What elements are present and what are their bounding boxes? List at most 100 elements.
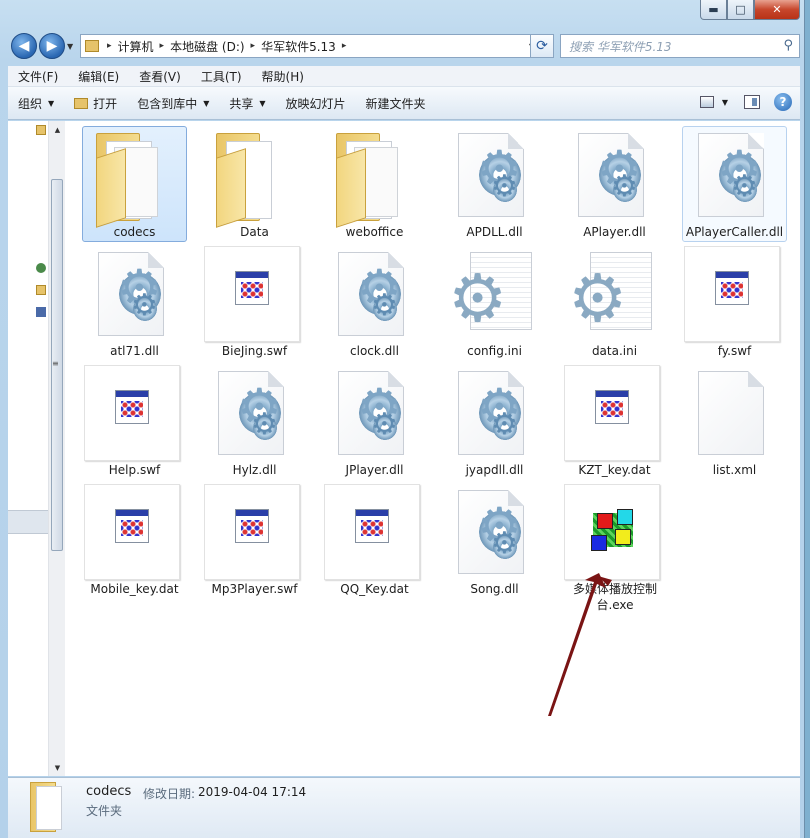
slideshow-button[interactable]: 放映幻灯片 <box>276 95 356 112</box>
gear-icon: ⚙ <box>568 260 628 337</box>
file-item[interactable]: list.xml <box>682 364 787 480</box>
open-label: 打开 <box>93 96 118 111</box>
file-name: APlayerCaller.dll <box>685 225 784 239</box>
file-thumbnail <box>324 246 420 342</box>
breadcrumb-separator[interactable]: ▸ <box>160 41 165 51</box>
file-name: jyapdll.dll <box>465 463 524 477</box>
file-thumbnail <box>564 484 660 580</box>
chevron-down-icon: ▼ <box>203 98 210 108</box>
organize-button[interactable]: 组织 ▼ <box>8 95 64 112</box>
file-item[interactable]: QQ_Key.dat <box>322 483 427 599</box>
menu-bar: 文件(F) 编辑(E) 查看(V) 工具(T) 帮助(H) <box>8 66 800 87</box>
dll-file-icon <box>458 490 524 574</box>
exe-app-icon <box>591 509 635 553</box>
chevron-down-icon: ▼ <box>259 98 266 108</box>
explorer-window: ▬ □ ✕ ◀ ▶ ▼ ▸ 计算机 ▸ 本地磁盘 (D:) ▸ 华军软件5.13… <box>0 0 805 838</box>
search-icon[interactable]: ⚲ <box>783 38 793 53</box>
close-button[interactable]: ✕ <box>754 0 800 20</box>
forward-button[interactable]: ▶ <box>39 33 65 59</box>
maximize-button[interactable]: □ <box>727 0 754 20</box>
file-item[interactable]: Song.dll <box>442 483 547 599</box>
file-item[interactable]: jyapdll.dll <box>442 364 547 480</box>
search-placeholder: 搜索 华军软件5.13 <box>569 39 672 54</box>
breadcrumb-current-folder[interactable]: 华军软件5.13 <box>261 38 336 55</box>
breadcrumb-computer[interactable]: 计算机 <box>118 38 154 55</box>
file-item[interactable]: Data <box>202 126 307 242</box>
share-button[interactable]: 共享 ▼ <box>219 95 275 112</box>
file-list[interactable]: codecs Data weboffice APDLL.dll APlayer.dll A… <box>65 121 800 776</box>
scroll-down-icon[interactable]: ▼ <box>49 759 66 776</box>
file-name: data.ini <box>591 344 638 358</box>
menu-edit[interactable]: 编辑(E) <box>68 68 129 85</box>
breadcrumb-drive-d[interactable]: 本地磁盘 (D:) <box>170 38 244 55</box>
file-name: KZT_key.dat <box>578 463 651 477</box>
file-item[interactable]: clock.dll <box>322 245 427 361</box>
folder-icon <box>30 782 64 832</box>
organize-label: 组织 <box>18 96 43 111</box>
breadcrumb-separator[interactable]: ▸ <box>107 41 112 51</box>
file-name: Mobile_key.dat <box>90 582 179 596</box>
dll-file-icon <box>218 371 284 455</box>
file-item[interactable]: APDLL.dll <box>442 126 547 242</box>
back-button[interactable]: ◀ <box>11 33 37 59</box>
file-thumbnail <box>204 246 300 342</box>
change-view-icon[interactable] <box>699 96 714 108</box>
file-name: Hylz.dll <box>232 463 277 477</box>
search-input[interactable]: 搜索 华军软件5.13 ⚲ <box>560 34 800 58</box>
file-item[interactable]: APlayerCaller.dll <box>682 126 787 242</box>
breadcrumb-separator[interactable]: ▸ <box>251 41 256 51</box>
swf-file-icon <box>715 271 749 305</box>
file-item[interactable]: Help.swf <box>82 364 187 480</box>
file-item[interactable]: Hylz.dll <box>202 364 307 480</box>
file-item[interactable]: atl71.dll <box>82 245 187 361</box>
file-thumbnail <box>684 246 780 342</box>
file-item[interactable]: BieJing.swf <box>202 245 307 361</box>
view-dropdown-icon[interactable]: ▼ <box>722 98 728 107</box>
swf-file-icon <box>355 509 389 543</box>
menu-view[interactable]: 查看(V) <box>129 68 191 85</box>
file-item[interactable]: codecs <box>82 126 187 242</box>
scroll-up-icon[interactable]: ▲ <box>49 121 66 138</box>
file-item[interactable]: Mp3Player.swf <box>202 483 307 599</box>
file-thumbnail <box>564 365 660 461</box>
new-folder-button[interactable]: 新建文件夹 <box>356 95 436 112</box>
minimize-button[interactable]: ▬ <box>700 0 727 20</box>
include-in-library-button[interactable]: 包含到库中 ▼ <box>127 95 219 112</box>
file-thumbnail <box>444 365 540 461</box>
preview-pane-icon[interactable] <box>744 95 760 109</box>
include-library-label: 包含到库中 <box>137 96 198 111</box>
recent-pages-dropdown-icon[interactable]: ▼ <box>67 42 73 51</box>
folder-icon <box>336 133 398 228</box>
file-item[interactable]: JPlayer.dll <box>322 364 427 480</box>
network-icon[interactable] <box>36 263 46 273</box>
menu-tools[interactable]: 工具(T) <box>191 68 252 85</box>
menu-help[interactable]: 帮助(H) <box>252 68 314 85</box>
command-bar: 组织 ▼ 打开 包含到库中 ▼ 共享 ▼ 放映幻灯片 新建文件夹 ▼ ? <box>8 87 800 120</box>
address-bar[interactable]: ▸ 计算机 ▸ 本地磁盘 (D:) ▸ 华军软件5.13 ▸ ▾ <box>80 34 540 58</box>
file-name: Data <box>240 225 269 239</box>
file-item[interactable]: fy.swf <box>682 245 787 361</box>
details-modified-label: 修改日期: <box>143 787 196 801</box>
file-item[interactable]: ⚙ config.ini <box>442 245 547 361</box>
refresh-icon[interactable]: ⟳ <box>530 34 554 58</box>
file-item[interactable]: APlayer.dll <box>562 126 667 242</box>
menu-file[interactable]: 文件(F) <box>8 68 68 85</box>
open-button[interactable]: 打开 <box>64 95 127 112</box>
file-name: atl71.dll <box>110 344 159 358</box>
file-item[interactable]: KZT_key.dat <box>562 364 667 480</box>
favorites-folder-icon[interactable] <box>36 125 46 135</box>
title-bar[interactable]: ▬ □ ✕ <box>0 0 805 30</box>
file-item[interactable]: weboffice <box>322 126 427 242</box>
folder-icon <box>216 133 276 228</box>
help-icon[interactable]: ? <box>774 93 792 111</box>
swf-file-icon <box>115 390 149 424</box>
file-item[interactable]: 多媒体播放控制台.exe <box>562 483 667 612</box>
dll-file-icon <box>458 371 524 455</box>
file-item[interactable]: Mobile_key.dat <box>82 483 187 599</box>
computer-icon[interactable] <box>36 307 46 317</box>
details-pane: codecs 修改日期: 2019-04-04 17:14 文件夹 <box>8 777 800 838</box>
folder-icon[interactable] <box>36 285 46 295</box>
file-item[interactable]: ⚙ data.ini <box>562 245 667 361</box>
navigation-scrollbar[interactable]: ▲ ≡ ▼ <box>48 121 65 776</box>
breadcrumb-separator[interactable]: ▸ <box>342 41 347 51</box>
